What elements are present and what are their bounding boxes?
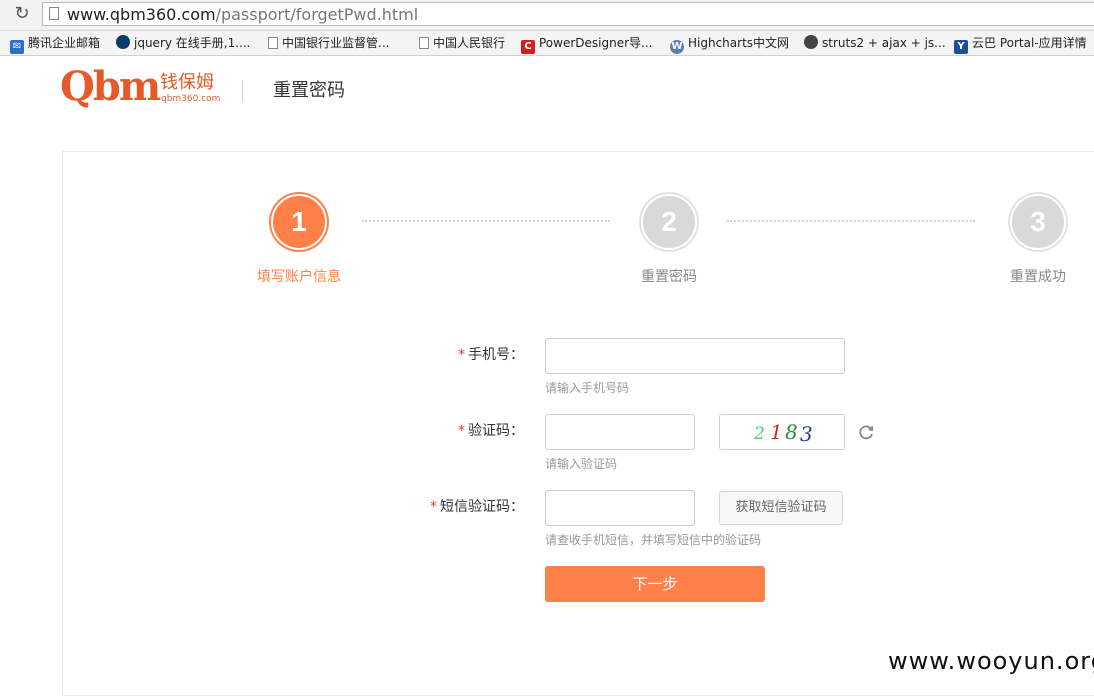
- required-mark: *: [430, 499, 437, 515]
- url-text: www.qbm360.com/passport/forgetPwd.html: [67, 5, 418, 25]
- refresh-icon[interactable]: [857, 423, 875, 441]
- sms-code-label-text: 短信验证码：: [440, 499, 524, 515]
- bookmark-tencent-mail[interactable]: ✉ 腾讯企业邮箱: [10, 34, 101, 54]
- step-connector-1: [362, 220, 610, 222]
- sms-code-label: * 短信验证码：: [324, 497, 524, 517]
- step-2-label: 重置密码: [641, 269, 697, 285]
- highcharts-icon: W: [670, 40, 684, 54]
- bookmark-jquery[interactable]: jquery 在线手册,1....: [116, 34, 251, 52]
- captcha-hint: 请输入验证码: [545, 457, 618, 471]
- bookmark-pboc[interactable]: 中国人民银行: [419, 34, 505, 52]
- header-divider: [242, 80, 243, 102]
- step-1-circle: 1: [271, 194, 327, 250]
- required-mark: *: [458, 423, 465, 439]
- jquery-icon: [116, 35, 130, 49]
- next-step-button[interactable]: 下一步: [545, 566, 765, 602]
- mail-icon: ✉: [10, 40, 24, 54]
- page-icon: [49, 7, 59, 20]
- page-icon: [419, 37, 429, 49]
- captcha-char: 3: [800, 422, 813, 446]
- bookmark-powerdesigner[interactable]: C PowerDesigner导...: [521, 34, 653, 54]
- bookmark-label: 中国银行业监督管...: [282, 36, 390, 50]
- sms-code-hint: 请查收手机短信，并填写短信中的验证码: [545, 533, 762, 547]
- bookmark-cbrc[interactable]: 中国银行业监督管...: [268, 34, 389, 52]
- logo-chinese-name: 钱保姆: [160, 72, 214, 93]
- sms-code-input[interactable]: [545, 490, 695, 526]
- captcha-label-text: 验证码：: [468, 423, 524, 439]
- phone-input[interactable]: [545, 338, 845, 374]
- bookmark-label: 中国人民银行: [433, 36, 506, 50]
- browser-address-bar: ↻ www.qbm360.com/passport/forgetPwd.html: [0, 0, 1094, 31]
- bookmark-label: Highcharts中文网: [688, 36, 790, 50]
- logo-wordmark: Qbm: [60, 63, 161, 110]
- url-host: www.qbm360.com: [67, 5, 216, 24]
- step-1-label: 填写账户信息: [257, 269, 341, 285]
- captcha-image[interactable]: 2 1 8 3: [719, 414, 845, 450]
- bookmark-highcharts[interactable]: W Highcharts中文网: [670, 34, 790, 54]
- captcha-label: * 验证码：: [324, 421, 524, 441]
- powerdesigner-icon: C: [521, 40, 535, 54]
- step-3-label: 重置成功: [1010, 269, 1066, 285]
- phone-label: * 手机号：: [324, 345, 524, 365]
- reload-icon[interactable]: ↻: [12, 4, 32, 24]
- phone-hint: 请输入手机号码: [545, 381, 630, 395]
- bookmark-label: PowerDesigner导...: [539, 36, 653, 50]
- url-field[interactable]: www.qbm360.com/passport/forgetPwd.html: [42, 2, 1094, 26]
- captcha-char: 8: [785, 420, 798, 444]
- captcha-char: 2: [754, 424, 765, 444]
- step-3-circle: 3: [1010, 194, 1066, 250]
- url-path: /passport/forgetPwd.html: [215, 5, 419, 24]
- captcha-input[interactable]: [545, 414, 695, 450]
- page-icon: [268, 37, 278, 49]
- logo-domain: qbm360.com: [161, 94, 221, 104]
- yunba-icon: Y: [954, 40, 968, 54]
- get-sms-code-button[interactable]: 获取短信验证码: [719, 491, 843, 525]
- phone-label-text: 手机号：: [468, 347, 524, 363]
- page-title: 重置密码: [273, 80, 345, 101]
- step-connector-2: [727, 220, 975, 222]
- bookmark-label: 腾讯企业邮箱: [28, 36, 101, 50]
- bookmark-label: jquery 在线手册,1....: [134, 36, 251, 50]
- struts-icon: [804, 35, 818, 49]
- bookmark-label: struts2 + ajax + js...: [822, 36, 946, 50]
- bookmark-label: 云巴 Portal-应用详情: [972, 36, 1087, 50]
- bookmark-yunba[interactable]: Y 云巴 Portal-应用详情: [954, 34, 1087, 54]
- bookmarks-bar: ✉ 腾讯企业邮箱 jquery 在线手册,1.... 中国银行业监督管... 中国…: [0, 31, 1094, 56]
- required-mark: *: [458, 347, 465, 363]
- watermark: www.wooyun.org: [888, 647, 1094, 675]
- step-2-circle: 2: [641, 194, 697, 250]
- captcha-char: 1: [770, 420, 783, 444]
- bookmark-struts[interactable]: struts2 + ajax + js...: [804, 34, 946, 52]
